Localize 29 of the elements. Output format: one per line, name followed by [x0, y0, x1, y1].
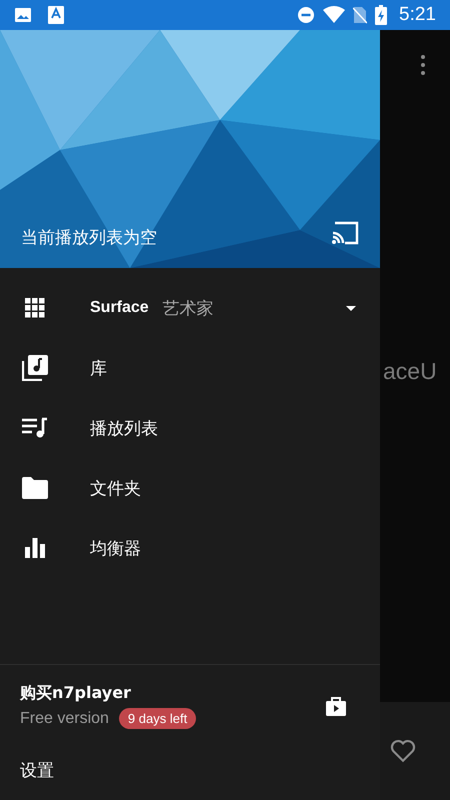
no-sim-icon: [353, 6, 368, 24]
battery-charging-icon: [375, 5, 388, 25]
version-text: Free version: [20, 710, 109, 728]
font-icon: [48, 6, 64, 24]
settings-item[interactable]: 设置: [20, 759, 54, 782]
background-title: aceU: [383, 358, 437, 385]
menu-item[interactable]: 播放列表: [90, 416, 158, 440]
caret-icon: [346, 306, 356, 310]
trial-badge: 9 days left: [118, 708, 196, 729]
music-library-icon: [22, 355, 48, 381]
header-title: 当前播放列表为空: [21, 227, 157, 249]
wifi-icon: [323, 6, 346, 24]
heart-icon[interactable]: [390, 739, 416, 763]
purchase-title[interactable]: 购买n7player: [20, 683, 326, 704]
menu-item[interactable]: 库: [90, 356, 107, 380]
source-type: 艺术家: [162, 298, 215, 320]
do-not-disturb-icon: [297, 6, 316, 24]
clock-time: 5:21: [399, 4, 436, 26]
folder-icon: [22, 477, 48, 499]
image-icon: [14, 6, 32, 24]
menu-item[interactable]: 文件夹: [90, 476, 141, 500]
store-bag-icon[interactable]: [326, 696, 346, 716]
playlist-icon: [22, 417, 48, 439]
source-name: Surface: [90, 299, 149, 317]
cast-icon[interactable]: [331, 221, 359, 245]
more-options-icon[interactable]: [421, 55, 425, 75]
menu-item[interactable]: 均衡器: [90, 536, 141, 560]
equalizer-icon: [22, 538, 48, 558]
source-selector[interactable]: Surface 艺术家: [0, 278, 380, 338]
